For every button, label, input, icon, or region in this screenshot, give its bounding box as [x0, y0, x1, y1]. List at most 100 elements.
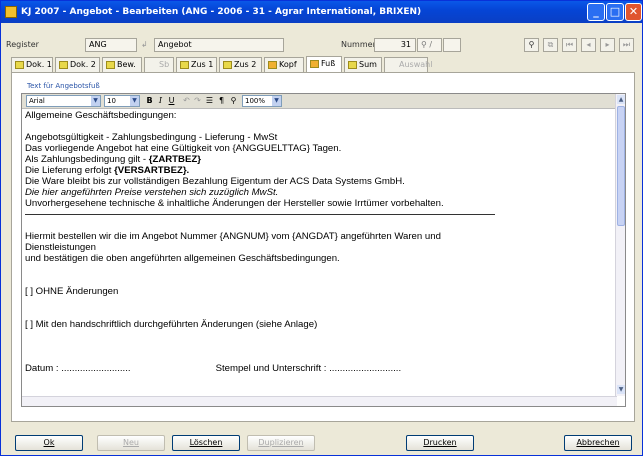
document-icon [223, 61, 232, 69]
tab-zus1[interactable]: Zus 1 [176, 57, 217, 72]
text-line: Die Ware bleibt bis zur vollständigen Be… [25, 176, 405, 187]
text-line: [ ] OHNE Änderungen [25, 286, 119, 297]
register-field[interactable]: ANG [85, 38, 137, 52]
document-icon [180, 61, 189, 69]
text-line: Das vorliegende Angebot hat eine Gültigk… [25, 143, 342, 154]
chevron-down-icon: ▼ [130, 96, 139, 106]
prev-record-button[interactable]: ◂ [581, 38, 596, 52]
text-line: Angebotsgültigkeit - Zahlungsbedingung -… [25, 132, 278, 143]
paragraph-icon[interactable]: ¶ [217, 95, 226, 107]
italic-button[interactable]: I [156, 95, 165, 107]
stempel-text: Stempel und Unterschrift : .............… [215, 363, 402, 374]
pencil-icon [268, 61, 277, 69]
signature-line: Datum : .......................... Stempe… [25, 363, 615, 374]
pencil-icon [310, 60, 319, 68]
text-line [25, 220, 615, 231]
scroll-down-icon[interactable]: ▼ [617, 385, 625, 394]
text-line: Die hier angeführten Preise verstehen si… [25, 187, 279, 198]
last-record-button[interactable]: ⏭ [619, 38, 634, 52]
nummer-field[interactable]: 31 [374, 38, 416, 52]
title-bar: KJ 2007 - Angebot - Bearbeiten (ANG - 20… [1, 1, 642, 23]
underline-button[interactable]: U [167, 95, 176, 107]
delete-button[interactable]: Löschen [172, 435, 240, 451]
redo-icon[interactable]: ↷ [193, 95, 202, 107]
tab-dok2[interactable]: Dok. 2 [55, 57, 100, 72]
bullet-list-icon[interactable]: ☰ [205, 95, 214, 107]
text-line: Als Zahlungsbedingung gilt - {ZARTBEZ} [25, 154, 615, 165]
copy-icon: ⧉ [547, 40, 554, 49]
search-icon: ⚲ [421, 40, 427, 49]
first-record-button[interactable]: ⏮ [562, 38, 577, 52]
text-line: Die Lieferung erfolgt {VERSARTBEZ}. [25, 165, 615, 176]
text-line: Hiermit bestellen wir die im Angebot Num… [25, 231, 441, 242]
placeholder-token: {VERSARTBEZ}. [114, 165, 190, 176]
last-icon: ⏭ [622, 40, 631, 49]
text-line: und bestätigen die oben angeführten allg… [25, 253, 340, 264]
close-button[interactable]: ✕ [625, 3, 642, 21]
editor-document[interactable]: Allgemeine Geschäftsbedingungen: Angebot… [25, 110, 615, 396]
tab-kopf[interactable]: Kopf [264, 57, 304, 72]
undo-icon[interactable]: ↶ [182, 95, 191, 107]
text-line [25, 341, 615, 352]
font-size-select[interactable]: 10 ▼ [104, 95, 140, 107]
document-icon [348, 61, 357, 69]
text-line: Unvorhergesehene technische & inhaltlich… [25, 198, 444, 209]
scroll-thumb[interactable] [617, 106, 625, 226]
find-button[interactable]: ⚲ [524, 38, 539, 52]
document-type-field[interactable]: Angebot [154, 38, 284, 52]
first-icon: ⏮ [565, 40, 574, 49]
scroll-up-icon[interactable]: ▲ [617, 95, 625, 104]
button-bar: Ok Neu Löschen Duplizieren Drucken Abbre… [1, 427, 642, 455]
font-select[interactable]: Arial ▼ [26, 95, 101, 107]
binoculars-icon: ⚲ [528, 40, 535, 49]
chevron-down-icon: ▼ [91, 96, 100, 106]
minimize-button[interactable]: _ [587, 3, 605, 21]
document-icon [15, 61, 24, 69]
tab-bew[interactable]: Bew. [102, 57, 142, 72]
next-record-button[interactable]: ▸ [600, 38, 615, 52]
window-title: KJ 2007 - Angebot - Bearbeiten (ANG - 20… [21, 7, 422, 17]
text-line: Allgemeine Geschäftsbedingungen: [25, 110, 177, 121]
document-icon [59, 61, 68, 69]
maximize-button[interactable]: □ [606, 3, 624, 21]
find-icon[interactable]: ⚲ [229, 95, 238, 107]
copy-button[interactable]: ⧉ [543, 38, 558, 52]
text-line: [ ] Mit den handschriftlich durchgeführt… [25, 319, 318, 330]
vertical-scrollbar[interactable]: ▲ ▼ [615, 94, 625, 396]
ok-button[interactable]: Ok [15, 435, 83, 451]
tab-fuss[interactable]: Fuß [306, 56, 342, 73]
duplicate-button[interactable]: Duplizieren [247, 435, 315, 451]
tab-sb[interactable]: Sb [144, 57, 174, 72]
lieferung-text: Die Lieferung erfolgt {VERSARTBEZ}. [25, 165, 190, 176]
cancel-button[interactable]: Abbrechen [564, 435, 632, 451]
placeholder-token: {ZARTBEZ} [148, 154, 201, 165]
register-lookup-icon[interactable]: ↲ [141, 38, 148, 52]
document-icon [106, 61, 115, 69]
print-button[interactable]: Drucken [406, 435, 474, 451]
zoom-select[interactable]: 100% ▼ [242, 95, 282, 107]
rich-text-editor[interactable]: Arial ▼ 10 ▼ B I U ↶ ↷ ☰ ¶ ⚲ 100% ▼ Allgeme… [21, 93, 626, 407]
tab-zus2[interactable]: Zus 2 [219, 57, 262, 72]
bold-button[interactable]: B [145, 95, 154, 107]
tab-sum[interactable]: Sum [344, 57, 382, 72]
text-line [25, 121, 615, 132]
application-window: KJ 2007 - Angebot - Bearbeiten (ANG - 20… [0, 0, 643, 456]
group-label: Text für Angebotsfuß [25, 82, 102, 90]
text-line [25, 352, 615, 363]
horizontal-rule [25, 209, 495, 215]
tab-auswahl[interactable]: Auswahl [384, 57, 432, 72]
datum-text: Datum : .......................... [25, 363, 131, 374]
prev-icon: ◂ [586, 40, 591, 49]
horizontal-scrollbar[interactable] [22, 396, 617, 406]
new-button[interactable]: Neu [97, 435, 165, 451]
text-line [25, 297, 615, 308]
text-line [25, 264, 615, 275]
text-line [25, 308, 615, 319]
nummer-year-field[interactable] [443, 38, 461, 52]
text-line: Dienstleistungen [25, 242, 96, 253]
tab-dok1[interactable]: Dok. 1 [11, 57, 53, 72]
zahlung-text: Als Zahlungsbedingung gilt - {ZARTBEZ} [25, 154, 201, 165]
text-line [25, 275, 615, 286]
nummer-suffix-field[interactable]: ⚲ / [417, 38, 442, 52]
app-icon [5, 6, 17, 18]
